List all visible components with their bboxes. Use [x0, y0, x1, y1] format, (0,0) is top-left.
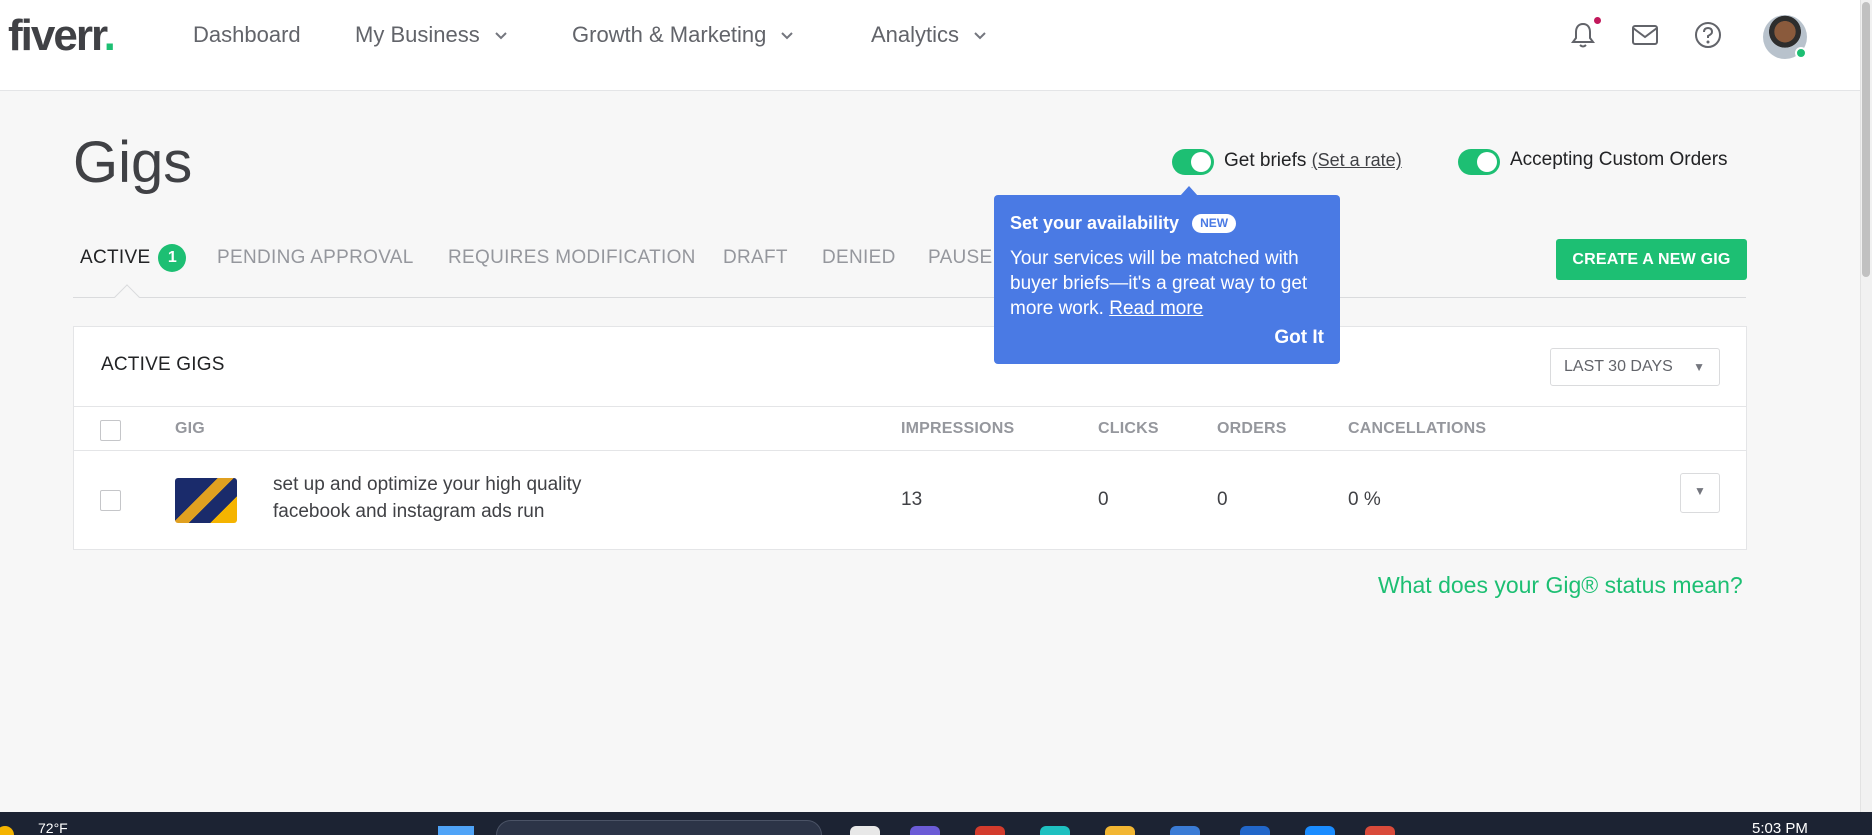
orders-value: 0	[1217, 489, 1228, 510]
chevron-down-icon	[781, 32, 794, 40]
top-navbar: fiverr. Dashboard My Business Growth & M…	[0, 0, 1860, 91]
table-header-row: GIG IMPRESSIONS CLICKS ORDERS CANCELLATI…	[74, 406, 1746, 451]
taskbar-search[interactable]	[496, 820, 822, 835]
app-icon[interactable]	[910, 826, 940, 835]
impressions-value: 13	[901, 489, 923, 510]
col-header-cancellations[interactable]: CANCELLATIONS	[1348, 419, 1486, 439]
caret-down-icon: ▼	[1693, 360, 1705, 374]
os-taskbar: 72°F 5:03 PM	[0, 812, 1872, 835]
app-icon[interactable]	[1305, 826, 1335, 835]
chevron-down-icon	[974, 32, 986, 40]
got-it-button[interactable]: Got It	[1274, 327, 1324, 349]
active-gigs-table: ACTIVE GIGS LAST 30 DAYS ▼ GIG IMPRESSIO…	[73, 326, 1747, 550]
col-header-orders[interactable]: ORDERS	[1217, 419, 1287, 439]
gig-thumbnail[interactable]	[175, 478, 237, 523]
tab-draft[interactable]: DRAFT	[723, 243, 788, 273]
chevron-down-icon	[495, 32, 507, 40]
scrollbar-thumb[interactable]	[1862, 2, 1870, 277]
gig-title-link[interactable]: set up and optimize your high quality fa…	[273, 471, 653, 525]
row-checkbox[interactable]	[100, 490, 121, 511]
chrome-icon[interactable]	[1365, 826, 1395, 835]
col-header-impressions[interactable]: IMPRESSIONS	[901, 419, 1014, 439]
popover-body: Your services will be matched with buyer…	[1010, 248, 1308, 319]
app-icon[interactable]	[1040, 826, 1070, 835]
select-all-checkbox[interactable]	[100, 420, 121, 441]
question-icon[interactable]	[1693, 20, 1723, 50]
availability-popover: Set your availability NEW Your services …	[994, 186, 1340, 364]
folder-icon[interactable]	[1105, 826, 1135, 835]
nav-my-business[interactable]: My Business	[355, 20, 508, 50]
col-header-gig: GIG	[175, 420, 205, 437]
tab-active[interactable]: ACTIVE 1	[80, 243, 187, 273]
nav-analytics[interactable]: Analytics	[871, 20, 987, 50]
get-briefs-toggle[interactable]	[1172, 149, 1214, 175]
read-more-link[interactable]: Read more	[1109, 298, 1203, 319]
nav-growth-marketing[interactable]: Growth & Marketing	[572, 20, 794, 50]
page-scrollbar[interactable]	[1860, 0, 1872, 812]
date-range-select[interactable]: LAST 30 DAYS ▼	[1550, 348, 1720, 386]
bell-icon[interactable]	[1568, 20, 1598, 50]
weather-temp[interactable]: 72°F	[38, 820, 68, 835]
app-icon[interactable]	[1240, 826, 1270, 835]
windows-start-icon[interactable]	[438, 826, 474, 835]
popover-title: Set your availability NEW	[1010, 212, 1324, 234]
new-badge: NEW	[1192, 213, 1237, 233]
active-count-badge: 1	[158, 243, 187, 272]
table-title: ACTIVE GIGS	[101, 354, 225, 375]
page-title: Gigs	[73, 130, 193, 195]
table-row: set up and optimize your high quality fa…	[74, 451, 1746, 549]
weather-icon[interactable]	[0, 826, 14, 835]
clicks-value: 0	[1098, 489, 1109, 510]
tab-pending-approval[interactable]: PENDING APPROVAL	[217, 243, 414, 273]
app-icon[interactable]	[975, 826, 1005, 835]
col-header-clicks[interactable]: CLICKS	[1098, 419, 1159, 439]
app-icon[interactable]	[850, 826, 880, 835]
app-icon[interactable]	[1170, 826, 1200, 835]
get-briefs-label: Get briefs (Set a rate)	[1224, 150, 1402, 171]
nav-dashboard[interactable]: Dashboard	[193, 20, 301, 50]
row-actions-dropdown[interactable]: ▼	[1680, 473, 1720, 513]
gig-status-help-link[interactable]: What does your Gig® status mean?	[1378, 570, 1743, 600]
notification-dot	[1594, 17, 1601, 24]
active-tab-indicator	[114, 284, 140, 310]
set-rate-link[interactable]: (Set a rate)	[1312, 150, 1402, 170]
tab-denied[interactable]: DENIED	[822, 243, 896, 273]
gig-status-tabs: ACTIVE 1 PENDING APPROVAL REQUIRES MODIFI…	[73, 240, 1746, 310]
online-status-dot	[1795, 47, 1807, 59]
fiverr-logo[interactable]: fiverr.	[8, 10, 116, 62]
custom-orders-label: Accepting Custom Orders	[1510, 149, 1728, 170]
cancellations-value: 0 %	[1348, 489, 1381, 510]
envelope-icon[interactable]	[1630, 20, 1660, 50]
tab-requires-modification[interactable]: REQUIRES MODIFICATION	[448, 243, 696, 273]
custom-orders-toggle[interactable]	[1458, 149, 1500, 175]
clock[interactable]: 5:03 PM	[1752, 820, 1808, 835]
create-new-gig-button[interactable]: CREATE A NEW GIG	[1556, 239, 1747, 280]
